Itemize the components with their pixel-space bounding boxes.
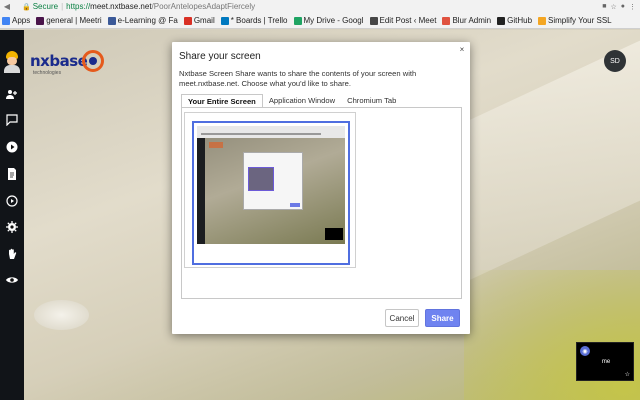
url-path[interactable]: /PoorAntelopesAdaptFiercely [152, 2, 256, 11]
ssl-icon [538, 16, 547, 25]
elearning-icon [107, 16, 116, 25]
google-drive-icon [293, 16, 302, 25]
lock-icon: 🔒 [22, 3, 31, 11]
document-icon[interactable] [4, 166, 20, 182]
trello-icon [220, 16, 229, 25]
bookmark-apps[interactable]: Apps [2, 16, 30, 25]
tab-application-window[interactable]: Application Window [263, 94, 341, 108]
source-tabs: Your Entire Screen Application Window Ch… [181, 94, 402, 108]
bookmark-label: Gmail [193, 16, 215, 25]
brand-tagline: technologies [33, 70, 62, 76]
menu-icon[interactable]: ⋮ [629, 3, 636, 11]
dialog-description: Nxtbase Screen Share wants to share the … [179, 69, 417, 88]
play-icon[interactable] [4, 139, 20, 155]
secure-label: Secure [32, 2, 59, 11]
share-button[interactable]: Share [425, 309, 460, 327]
next-icon[interactable] [4, 193, 20, 209]
user-avatar-icon[interactable] [3, 51, 21, 73]
bookmark-label: general | Meetri [46, 16, 102, 25]
bookmark-trello[interactable]: * Boards | Trello [220, 16, 288, 25]
tab-entire-screen[interactable]: Your Entire Screen [181, 94, 263, 108]
wordpress-icon [369, 16, 378, 25]
dialog-footer: Cancel Share [172, 304, 470, 334]
bookmark-wordpress[interactable]: Edit Post ‹ Meet [369, 16, 437, 25]
bookmark-label: Blur Admin [452, 16, 492, 25]
settings-gear-icon[interactable] [4, 219, 20, 235]
toolbar-actions: ■ ☆ ● ⋮ [602, 3, 640, 11]
source-list-panel [181, 107, 462, 299]
screen-thumbnail-card[interactable] [184, 112, 356, 268]
cancel-button[interactable]: Cancel [385, 309, 419, 327]
camera-indicator-icon[interactable]: ■ [602, 3, 606, 11]
bookmark-blur-admin[interactable]: Blur Admin [442, 16, 491, 25]
extension-icon[interactable]: ● [621, 3, 625, 11]
url-divider: | [61, 2, 64, 11]
camera-icon: ◉ [580, 346, 590, 356]
raise-hand-icon[interactable] [4, 246, 20, 262]
participants-icon[interactable] [4, 86, 20, 102]
bookmark-gmail[interactable]: Gmail [183, 16, 215, 25]
bookmark-drive[interactable]: My Drive - Googl [293, 16, 364, 25]
github-icon [497, 16, 506, 25]
tab-chromium-tab[interactable]: Chromium Tab [341, 94, 402, 108]
screen-thumbnail-selected[interactable] [192, 121, 350, 265]
slack-icon [36, 16, 45, 25]
self-view-thumbnail[interactable]: ◉ me ☆ [576, 342, 634, 381]
star-icon[interactable]: ☆ [610, 3, 616, 11]
bookmark-label: e-Learning @ Fa [117, 16, 178, 25]
bookmark-elearning[interactable]: e-Learning @ Fa [107, 16, 178, 25]
brand-logo: nxbase technologies [30, 50, 110, 78]
bookmark-label: * Boards | Trello [230, 16, 288, 25]
dialog-title: Share your screen [179, 51, 261, 62]
brand-mark-icon [82, 50, 104, 72]
url-scheme[interactable]: https:// [66, 2, 90, 11]
self-view-name: me [601, 359, 611, 365]
close-icon[interactable]: × [457, 45, 467, 54]
url-host[interactable]: meet.nxtbase.net [90, 2, 151, 11]
bookmark-slack[interactable]: general | Meetri [36, 16, 102, 25]
star-icon[interactable]: ☆ [625, 371, 630, 378]
bookmark-label: My Drive - Googl [303, 16, 364, 25]
bookmark-github[interactable]: GitHub [497, 16, 532, 25]
apps-grid-icon [2, 16, 10, 25]
gmail-icon [183, 16, 192, 25]
bookmark-label: Simplify Your SSL [548, 16, 612, 25]
background-lamp [34, 300, 89, 330]
address-bar[interactable]: ◀ 🔒 Secure | https:// meet.nxtbase.net /… [0, 0, 640, 13]
bookmark-ssl[interactable]: Simplify Your SSL [538, 16, 612, 25]
bookmarks-bar: Apps general | Meetri e-Learning @ Fa Gm… [0, 13, 640, 29]
brand-name: nxbase [30, 52, 88, 70]
user-initials-badge[interactable]: SD [604, 50, 626, 72]
bookmark-label: Edit Post ‹ Meet [379, 16, 437, 25]
bookmark-label: GitHub [507, 16, 533, 25]
back-icon[interactable]: ◀ [2, 2, 12, 11]
chat-icon[interactable] [4, 112, 20, 128]
blur-admin-icon [442, 16, 451, 25]
screen-preview-image [197, 126, 345, 244]
share-screen-dialog: Share your screen × Nxtbase Screen Share… [172, 42, 470, 334]
bookmark-label: Apps [12, 16, 31, 25]
eye-icon[interactable] [4, 272, 20, 288]
